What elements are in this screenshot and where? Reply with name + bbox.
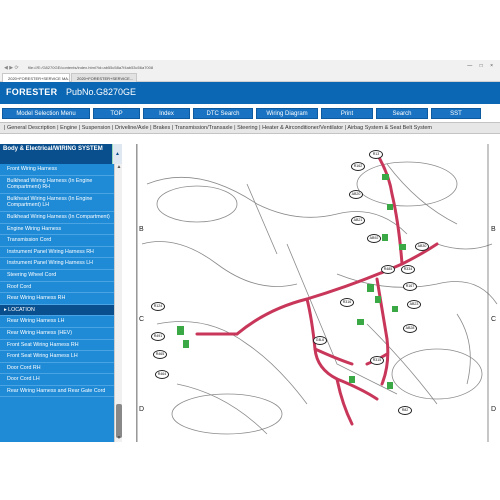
browser-tab-1[interactable]: 2020+FORESTER+SERVICE MA... <box>2 73 70 82</box>
grid-letter-c-right: C <box>491 316 497 323</box>
browser-tab-2[interactable]: 2020+FORESTER+SERVICE... <box>71 73 137 82</box>
menu-sst[interactable]: SST <box>431 108 481 119</box>
grid-letter-b-left: B <box>139 226 144 233</box>
callout-r316[interactable]: R316 <box>340 298 354 307</box>
diagram-drawing <box>137 144 498 442</box>
sidebar-item-bulkhead-lh[interactable]: Bulkhead Wiring Harness (In Engine Compa… <box>0 194 114 212</box>
callout-ab20[interactable]: AB20 <box>349 190 363 199</box>
nav-general-description[interactable]: General Description <box>7 125 56 131</box>
sidebar-item-transmission-cord[interactable]: Transmission Cord <box>0 235 114 247</box>
grid-letter-b-right: B <box>491 226 496 233</box>
sidebar-item-steering-cord[interactable]: Steering Wheel Cord <box>0 270 114 282</box>
browser-tabs: 2020+FORESTER+SERVICE MA... 2020+FORESTE… <box>0 73 500 82</box>
menu-model-selection[interactable]: Model Selection Menu <box>2 108 90 119</box>
menu-dtc-search[interactable]: DTC Search <box>193 108 253 119</box>
sidebar-title: Body & Electrical/WIRING SYSTEM <box>0 144 112 164</box>
callout-r162[interactable]: R162 <box>351 162 365 171</box>
sidebar-list: Front Wiring Harness Bulkhead Wiring Har… <box>0 164 114 442</box>
callout-ab92[interactable]: AB92 <box>367 234 381 243</box>
scroll-up-icon[interactable]: ▲ <box>115 164 122 171</box>
grid-letter-d-left: D <box>139 406 145 413</box>
grid-letter-d-right: D <box>491 406 497 413</box>
nav-heater-ac[interactable]: Heater & Airconditioner/Ventilator <box>262 125 343 131</box>
callout-r13[interactable]: R13 <box>369 150 383 159</box>
callout-ab30[interactable]: AB30 <box>415 242 429 251</box>
nav-engine[interactable]: Engine <box>60 125 77 131</box>
sidebar-item-rear-gate[interactable]: Rear Wiring Harness and Rear Gate Cord <box>0 386 114 398</box>
scroll-thumb[interactable] <box>116 404 122 438</box>
main-menu: Model Selection Menu TOP Index DTC Searc… <box>0 108 500 120</box>
brand-title: FORESTER <box>6 87 58 97</box>
sidebar-item-instrument-rh[interactable]: Instrument Panel Wiring Harness RH <box>0 247 114 259</box>
sidebar: Body & Electrical/WIRING SYSTEM ▲ Front … <box>0 144 122 442</box>
location-label: LOCATION <box>8 306 35 313</box>
sidebar-item-bulkhead-compartment[interactable]: Bulkhead Wiring Harness (In Compartment) <box>0 212 114 224</box>
callout-r82[interactable]: R82 <box>398 406 412 415</box>
pub-number: PubNo.G8270GE <box>66 87 137 97</box>
callout-r315[interactable]: R315 <box>370 356 384 365</box>
callout-r485[interactable]: R485 <box>381 265 395 274</box>
menu-wiring-diagram[interactable]: Wiring Diagram <box>256 108 318 119</box>
sidebar-item-location[interactable]: ▸ LOCATION <box>0 304 114 317</box>
nav-steering[interactable]: Steering <box>237 125 258 131</box>
menu-search[interactable]: Search <box>376 108 428 119</box>
sidebar-item-door-lh[interactable]: Door Cord LH <box>0 374 114 386</box>
address-bar[interactable]: file:///E:/G8270GE/contents/index.html?i… <box>4 64 490 72</box>
sidebar-item-rear-hev[interactable]: Rear Wiring Harness (HEV) <box>0 328 114 340</box>
sidebar-item-roof-cord[interactable]: Roof Cord <box>0 282 114 294</box>
callout-r491[interactable]: R491 <box>151 332 165 341</box>
sidebar-item-rear-rh[interactable]: Rear Wiring Harness RH <box>0 293 114 305</box>
callout-gb6[interactable]: GB-6 <box>313 336 327 345</box>
sidebar-item-rear-lh[interactable]: Rear Wiring Harness LH <box>0 316 114 328</box>
callout-r124[interactable]: R124 <box>151 302 165 311</box>
callout-r167[interactable]: R167 <box>403 282 417 291</box>
sidebar-item-engine-wiring[interactable]: Engine Wiring Harness <box>0 224 114 236</box>
app-header: FORESTER PubNo.G8270GE <box>0 82 500 104</box>
sidebar-item-instrument-lh[interactable]: Instrument Panel Wiring Harness LH <box>0 258 114 270</box>
menu-print[interactable]: Print <box>321 108 373 119</box>
collapse-icon[interactable]: ▲ <box>112 144 122 164</box>
nav-suspension[interactable]: Suspension <box>82 125 111 131</box>
nav-transmission[interactable]: Transmission/Transaxle <box>175 125 233 131</box>
nav-airbag-seatbelt[interactable]: Airbag System & Seat Belt System <box>347 125 432 131</box>
sidebar-item-front-wiring[interactable]: Front Wiring Harness <box>0 164 114 176</box>
window-controls[interactable]: — □ × <box>467 63 496 69</box>
sidebar-scrollbar[interactable]: ▲ ▼ <box>114 164 122 442</box>
menu-index[interactable]: Index <box>143 108 190 119</box>
menu-top[interactable]: TOP <box>93 108 140 119</box>
callout-r465[interactable]: R465 <box>153 350 167 359</box>
callout-ab23[interactable]: AB23 <box>407 300 421 309</box>
sidebar-item-front-seat-rh[interactable]: Front Seat Wiring Harness RH <box>0 340 114 352</box>
sidebar-item-door-rh[interactable]: Door Cord RH <box>0 363 114 375</box>
scroll-down-icon[interactable]: ▼ <box>115 435 122 442</box>
grid-letter-c-left: C <box>139 316 145 323</box>
sidebar-item-front-seat-lh[interactable]: Front Seat Wiring Harness LH <box>0 351 114 363</box>
browser-chrome: ◀ ▶ ⟳ file:///E:/G8270GE/contents/index.… <box>0 60 500 82</box>
nav-driveline-axle[interactable]: Driveline/Axle <box>115 125 149 131</box>
wiring-diagram[interactable]: B C D B C D R13 R162 AB20 AB21 AB92 AB30… <box>136 144 500 442</box>
callout-r464[interactable]: R464 <box>155 370 169 379</box>
callout-ab28[interactable]: AB28 <box>403 324 417 333</box>
callout-ab21[interactable]: AB21 <box>351 216 365 225</box>
nav-brakes[interactable]: Brakes <box>153 125 170 131</box>
sidebar-item-bulkhead-rh[interactable]: Bulkhead Wiring Harness (In Engine Compa… <box>0 176 114 194</box>
category-nav: | General Description | Engine | Suspens… <box>0 122 500 134</box>
callout-r334[interactable]: R334 <box>401 265 415 274</box>
